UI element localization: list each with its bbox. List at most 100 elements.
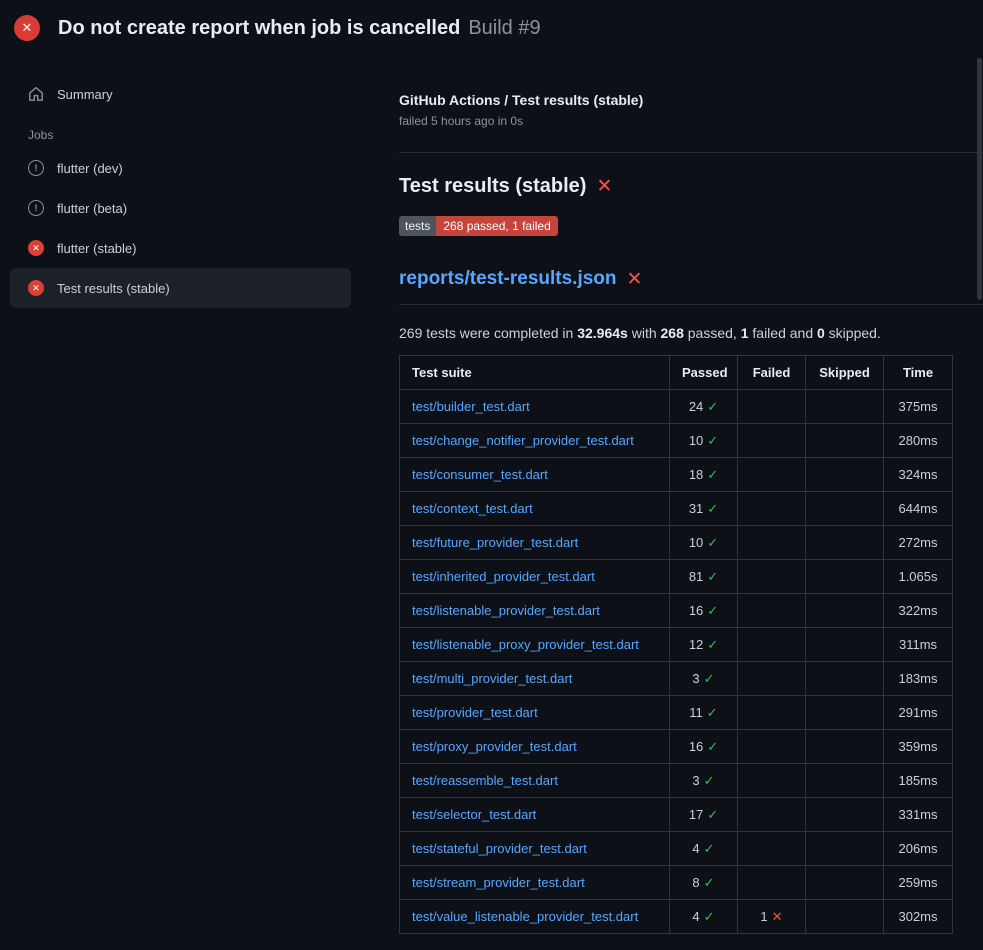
passed-count: 10 xyxy=(689,433,703,448)
sidebar-job-test-results-stable[interactable]: ✕ Test results (stable) xyxy=(10,268,351,308)
summary-text: 269 tests were completed in xyxy=(399,325,577,341)
x-icon: ✕ xyxy=(772,909,783,924)
check-icon: ✓ xyxy=(704,773,715,788)
passed-count: 10 xyxy=(689,535,703,550)
divider xyxy=(399,152,983,153)
check-icon: ✓ xyxy=(707,807,718,822)
test-time: 302ms xyxy=(884,900,953,934)
test-time: 206ms xyxy=(884,832,953,866)
check-icon: ✓ xyxy=(704,909,715,924)
test-time: 311ms xyxy=(884,628,953,662)
sidebar-job-flutter-beta[interactable]: ! flutter (beta) xyxy=(10,188,351,228)
test-suite-link[interactable]: test/stateful_provider_test.dart xyxy=(412,841,587,856)
job-label: flutter (dev) xyxy=(57,161,123,176)
sidebar: Summary Jobs ! flutter (dev) ! flutter (… xyxy=(0,56,375,308)
table-header-row: Test suite Passed Failed Skipped Time xyxy=(400,356,953,390)
test-suite-link[interactable]: test/listenable_proxy_provider_test.dart xyxy=(412,637,639,652)
test-suite-link[interactable]: test/provider_test.dart xyxy=(412,705,538,720)
test-suite-link[interactable]: test/consumer_test.dart xyxy=(412,467,548,482)
test-time: 185ms xyxy=(884,764,953,798)
report-link[interactable]: reports/test-results.json xyxy=(399,268,617,290)
failed-x-icon: ✕ xyxy=(596,177,612,196)
passed-count: 81 xyxy=(689,569,703,584)
test-suite-link[interactable]: test/inherited_provider_test.dart xyxy=(412,569,595,584)
table-row: test/multi_provider_test.dart 3 ✓ 183ms xyxy=(400,662,953,696)
sidebar-job-flutter-dev[interactable]: ! flutter (dev) xyxy=(10,148,351,188)
table-row: test/reassemble_test.dart 3 ✓ 185ms xyxy=(400,764,953,798)
sidebar-job-flutter-stable[interactable]: ✕ flutter (stable) xyxy=(10,228,351,268)
test-time: 322ms xyxy=(884,594,953,628)
breadcrumb: GitHub Actions / Test results (stable) xyxy=(399,92,983,108)
table-row: test/builder_test.dart 24✓ 375ms xyxy=(400,390,953,424)
sidebar-summary-label: Summary xyxy=(57,87,113,102)
column-header-failed: Failed xyxy=(738,356,806,390)
test-time: 375ms xyxy=(884,390,953,424)
test-suite-link[interactable]: test/proxy_provider_test.dart xyxy=(412,739,577,754)
summary-passed-count: 268 xyxy=(661,325,684,341)
scrollbar-thumb[interactable] xyxy=(977,58,982,300)
build-title: Do not create report when job is cancell… xyxy=(58,17,460,40)
check-icon: ✓ xyxy=(707,705,718,720)
test-suite-link[interactable]: test/selector_test.dart xyxy=(412,807,536,822)
passed-count: 12 xyxy=(689,637,703,652)
test-time: 644ms xyxy=(884,492,953,526)
table-row: test/listenable_proxy_provider_test.dart… xyxy=(400,628,953,662)
passed-count: 3 xyxy=(692,671,699,686)
test-time: 183ms xyxy=(884,662,953,696)
test-results-table: Test suite Passed Failed Skipped Time te… xyxy=(399,355,953,934)
sidebar-item-summary[interactable]: Summary xyxy=(10,74,351,114)
divider xyxy=(399,304,983,305)
test-time: 272ms xyxy=(884,526,953,560)
test-time: 331ms xyxy=(884,798,953,832)
main-content: GitHub Actions / Test results (stable) f… xyxy=(399,56,983,934)
job-label: flutter (beta) xyxy=(57,201,127,216)
test-suite-link[interactable]: test/stream_provider_test.dart xyxy=(412,875,585,890)
passed-count: 31 xyxy=(689,501,703,516)
test-suite-link[interactable]: test/context_test.dart xyxy=(412,501,533,516)
passed-count: 4 xyxy=(692,909,699,924)
section-title: Test results (stable) ✕ xyxy=(399,175,983,198)
check-icon: ✓ xyxy=(707,637,718,652)
tests-badge: tests 268 passed, 1 failed xyxy=(399,216,558,236)
test-time: 291ms xyxy=(884,696,953,730)
check-icon: ✓ xyxy=(707,535,718,550)
test-suite-link[interactable]: test/builder_test.dart xyxy=(412,399,530,414)
passed-count: 16 xyxy=(689,739,703,754)
table-row: test/change_notifier_provider_test.dart … xyxy=(400,424,953,458)
build-header: ✕ Do not create report when job is cance… xyxy=(0,0,983,56)
passed-count: 18 xyxy=(689,467,703,482)
check-icon: ✓ xyxy=(707,467,718,482)
badge-label: tests xyxy=(399,216,436,236)
test-time: 280ms xyxy=(884,424,953,458)
passed-count: 8 xyxy=(692,875,699,890)
section-title-text: Test results (stable) xyxy=(399,175,586,198)
table-row: test/context_test.dart 31 ✓ 644ms xyxy=(400,492,953,526)
page-layout: Summary Jobs ! flutter (dev) ! flutter (… xyxy=(0,56,983,934)
column-header-passed: Passed xyxy=(670,356,738,390)
passed-count: 17 xyxy=(689,807,703,822)
check-icon: ✓ xyxy=(707,501,718,516)
test-time: 259ms xyxy=(884,866,953,900)
test-suite-link[interactable]: test/future_provider_test.dart xyxy=(412,535,578,550)
passed-count: 3 xyxy=(692,773,699,788)
table-row: test/proxy_provider_test.dart 16✓ 359ms xyxy=(400,730,953,764)
check-icon: ✓ xyxy=(707,433,718,448)
test-suite-link[interactable]: test/listenable_provider_test.dart xyxy=(412,603,600,618)
table-row: test/value_listenable_provider_test.dart… xyxy=(400,900,953,934)
table-row: test/selector_test.dart 17 ✓ 331ms xyxy=(400,798,953,832)
test-suite-link[interactable]: test/value_listenable_provider_test.dart xyxy=(412,909,638,924)
column-header-test-suite: Test suite xyxy=(400,356,670,390)
test-suite-link[interactable]: test/change_notifier_provider_test.dart xyxy=(412,433,634,448)
check-icon: ✓ xyxy=(707,603,718,618)
table-row: test/future_provider_test.dart 10 ✓ 272ms xyxy=(400,526,953,560)
jobs-list: ! flutter (dev) ! flutter (beta) ✕ flutt… xyxy=(0,148,375,308)
test-suite-link[interactable]: test/reassemble_test.dart xyxy=(412,773,558,788)
build-number: Build #9 xyxy=(468,17,540,40)
check-icon: ✓ xyxy=(704,671,715,686)
test-suite-link[interactable]: test/multi_provider_test.dart xyxy=(412,671,572,686)
badge-value: 268 passed, 1 failed xyxy=(436,216,557,236)
check-icon: ✓ xyxy=(707,739,718,754)
check-icon: ✓ xyxy=(707,569,718,584)
run-status-line: failed 5 hours ago in 0s xyxy=(399,114,983,128)
table-row: test/listenable_provider_test.dart 16✓ 3… xyxy=(400,594,953,628)
